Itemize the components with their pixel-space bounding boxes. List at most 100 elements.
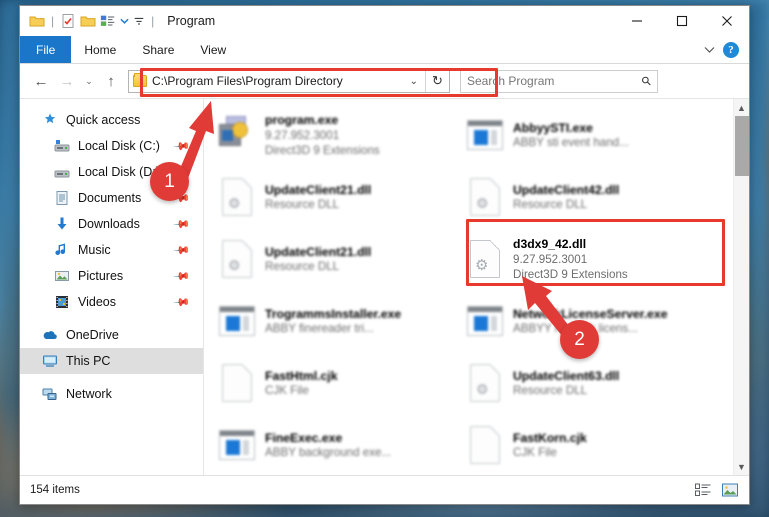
- chevron-down-icon[interactable]: [704, 46, 715, 54]
- drive-icon: [54, 140, 70, 152]
- star-pin-icon: [44, 113, 56, 124]
- scroll-up-icon[interactable]: ▲: [734, 99, 750, 116]
- file-item[interactable]: ⚙ UpdateClient21.dll Resource DLL: [212, 229, 460, 291]
- address-bar[interactable]: C:\Program Files\Program Directory ⌄ ↻: [128, 69, 450, 93]
- sidebar-item-music[interactable]: Music 📌: [20, 237, 203, 263]
- file-item[interactable]: AbbyySTI.exe ABBY sti event hand...: [460, 105, 708, 167]
- tab-home[interactable]: Home: [71, 36, 129, 63]
- ribbon-right-controls: ?: [704, 36, 749, 63]
- up-button[interactable]: ↑: [98, 68, 124, 94]
- tab-file[interactable]: File: [20, 36, 72, 63]
- search-box[interactable]: ⚲: [460, 69, 658, 93]
- recent-locations-button[interactable]: ⌄: [80, 68, 98, 94]
- sidebar-item-this-pc[interactable]: This PC: [20, 348, 203, 374]
- sidebar-label: Pictures: [78, 269, 124, 283]
- address-chevron-down-icon[interactable]: ⌄: [403, 76, 425, 87]
- scrollbar-thumb[interactable]: [735, 116, 749, 176]
- file-name: TrogrammsInstaller.exe: [265, 306, 402, 321]
- sidebar-label: OneDrive: [66, 328, 119, 342]
- sidebar-item-local-disk-d[interactable]: Local Disk (D:) 📌: [20, 159, 203, 185]
- file-description: Direct3D 9 Extensions: [513, 267, 628, 281]
- file-description: ABBYY network licens...: [513, 322, 638, 336]
- blank-file-icon: [218, 364, 256, 404]
- file-grid: program.exe 9.27.952.3001 Direct3D 9 Ext…: [204, 99, 733, 475]
- file-name: NetworkLicenseServer.exe: [513, 306, 668, 321]
- file-meta: FastKorn.cjk CJK File: [513, 431, 587, 461]
- file-description: CJK File: [265, 384, 309, 398]
- sidebar-label: Music: [78, 243, 111, 257]
- pin-icon[interactable]: 📌: [173, 267, 192, 285]
- thumbnail-view-icon[interactable]: [721, 482, 739, 498]
- refresh-button[interactable]: ↻: [425, 70, 449, 92]
- sidebar-item-onedrive[interactable]: OneDrive: [20, 322, 203, 348]
- close-button[interactable]: [704, 6, 749, 36]
- minimize-button[interactable]: [614, 6, 659, 36]
- pin-icon[interactable]: 📌: [173, 163, 192, 181]
- sidebar-item-network[interactable]: Network: [20, 381, 203, 407]
- file-item[interactable]: program.exe 9.27.952.3001 Direct3D 9 Ext…: [212, 105, 460, 167]
- file-name: UpdateClient63.dll: [513, 368, 620, 383]
- address-path-text: C:\Program Files\Program Directory: [152, 74, 343, 88]
- pin-icon[interactable]: 📌: [173, 189, 192, 207]
- customize-icon[interactable]: [100, 13, 116, 29]
- file-item[interactable]: FastHtml.cjk CJK File: [212, 353, 460, 415]
- app-icon: [218, 426, 256, 466]
- file-name: UpdateClient21.dll: [265, 244, 372, 259]
- d3dx9_42-dll-file[interactable]: ⚙ d3dx9_42.dll 9.27.952.3001 Direct3D 9 …: [460, 229, 708, 291]
- file-item[interactable]: ⚙ UpdateClient42.dll Resource DLL: [460, 167, 708, 229]
- file-name: d3dx9_42.dll: [513, 237, 587, 252]
- new-folder-icon[interactable]: [80, 13, 96, 29]
- sidebar-item-downloads[interactable]: Downloads 📌: [20, 211, 203, 237]
- file-item[interactable]: NetworkLicenseServer.exe ABBYY network l…: [460, 291, 708, 353]
- file-meta: UpdateClient42.dll Resource DLL: [513, 183, 619, 213]
- folder-icon[interactable]: [29, 13, 45, 29]
- file-meta: AbbyySTI.exe ABBY sti event hand...: [513, 121, 629, 151]
- tab-view[interactable]: View: [187, 36, 239, 63]
- details-view-icon[interactable]: [694, 482, 712, 498]
- file-item[interactable]: ⚙ UpdateClient63.dll Resource DLL: [460, 353, 708, 415]
- sidebar-item-local-disk-c[interactable]: Local Disk (C:) 📌: [20, 133, 203, 159]
- tab-share[interactable]: Share: [129, 36, 187, 63]
- file-item[interactable]: FineExec.exe ABBY background exe...: [212, 415, 460, 475]
- ribbon-tabs: File Home Share View ?: [20, 36, 749, 64]
- properties-icon[interactable]: [60, 13, 76, 29]
- dll-icon: ⚙: [466, 178, 504, 218]
- file-name: FineExec.exe: [265, 430, 343, 445]
- file-description: Direct3D 9 Extensions: [265, 143, 380, 157]
- file-description: ABBY background exe...: [265, 446, 392, 460]
- file-item[interactable]: FastKorn.cjk CJK File: [460, 415, 708, 475]
- file-name: UpdateClient42.dll: [513, 182, 620, 197]
- dll-icon: ⚙: [466, 364, 504, 404]
- back-button[interactable]: ←: [28, 68, 54, 94]
- file-item[interactable]: ⚙ UpdateClient21.dll Resource DLL: [212, 167, 460, 229]
- window-title: Program: [167, 14, 216, 28]
- vertical-scrollbar[interactable]: ▲ ▼: [733, 99, 749, 475]
- qat-overflow-icon[interactable]: [133, 13, 145, 29]
- maximize-button[interactable]: [659, 6, 704, 36]
- sidebar-item-documents[interactable]: Documents 📌: [20, 185, 203, 211]
- search-input[interactable]: [467, 74, 643, 88]
- forward-button[interactable]: →: [54, 68, 80, 94]
- explorer-body: Quick access Local Disk (C:) 📌 Local Dis…: [20, 98, 749, 475]
- pin-icon[interactable]: 📌: [173, 215, 192, 233]
- pin-icon[interactable]: 📌: [173, 241, 192, 259]
- sidebar-item-pictures[interactable]: Pictures 📌: [20, 263, 203, 289]
- dll-icon: ⚙: [218, 178, 256, 218]
- file-item[interactable]: TrogrammsInstaller.exe ABBY finereader t…: [212, 291, 460, 353]
- app-icon: [466, 116, 504, 156]
- file-meta: FastHtml.cjk CJK File: [265, 369, 337, 399]
- file-meta: UpdateClient21.dll Resource DLL: [265, 183, 371, 213]
- sidebar-item-quick-access[interactable]: Quick access: [20, 107, 203, 133]
- pin-icon[interactable]: 📌: [173, 293, 192, 311]
- help-icon[interactable]: ?: [723, 41, 739, 58]
- address-toolbar: ← → ⌄ ↑ C:\Program Files\Program Directo…: [20, 64, 749, 98]
- qat-separator-2: |: [151, 14, 155, 28]
- documents-icon: [56, 191, 68, 205]
- blank-file-icon: [466, 426, 504, 466]
- pin-icon[interactable]: 📌: [173, 137, 192, 155]
- file-description: Resource DLL: [265, 198, 340, 212]
- sidebar-item-videos[interactable]: Videos 📌: [20, 289, 203, 315]
- qat-separator: |: [51, 14, 55, 28]
- scroll-down-icon[interactable]: ▼: [734, 458, 750, 475]
- qat-chevron-down-icon[interactable]: [120, 13, 129, 29]
